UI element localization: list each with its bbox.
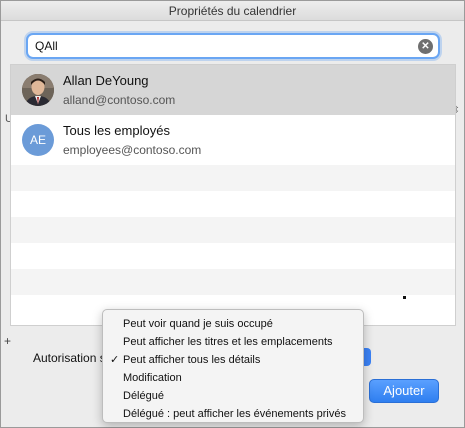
search-value: QAll [35,39,58,53]
check-icon: ✓ [110,354,120,366]
clear-icon[interactable]: ✕ [418,39,433,54]
menu-item-delegate-private[interactable]: Délégué : peut afficher les événements p… [103,405,363,423]
menu-item-editor[interactable]: Modification [103,369,363,387]
menu-item-titles-locations[interactable]: Peut afficher les titres et les emplacem… [103,333,363,351]
menu-item-delegate[interactable]: Délégué [103,387,363,405]
avatar: AE [22,124,54,156]
cursor-dot [403,296,406,299]
menu-item-free-busy[interactable]: Peut voir quand je suis occupé [103,315,363,333]
menu-item-all-details[interactable]: ✓ Peut afficher tous les détails [103,351,363,369]
empty-row [11,191,455,217]
search-input[interactable]: QAll ✕ [26,33,440,59]
suggestion-name: Allan DeYoung [63,73,149,88]
window-title: Propriétés du calendrier [1,1,464,21]
suggestion-email: alland@contoso.com [63,93,176,107]
empty-row [11,269,455,295]
add-icon[interactable]: + [4,334,11,348]
suggestion-email: employees@contoso.com [63,143,202,157]
suggestion-name: Tous les employés [63,123,170,138]
suggestion-allan-deyoung[interactable]: Allan DeYoung alland@contoso.com [11,65,455,115]
suggestion-all-employees[interactable]: AE Tous les employés employees@contoso.c… [11,115,455,165]
empty-row [11,243,455,269]
empty-row [11,165,455,191]
add-button[interactable]: Ajouter [369,379,439,403]
permission-menu: Peut voir quand je suis occupé Peut affi… [102,309,364,423]
suggestion-list: Allan DeYoung alland@contoso.com AE Tous… [10,64,456,326]
avatar [22,74,54,106]
empty-row [11,217,455,243]
permission-label: Autorisation s [33,351,106,365]
